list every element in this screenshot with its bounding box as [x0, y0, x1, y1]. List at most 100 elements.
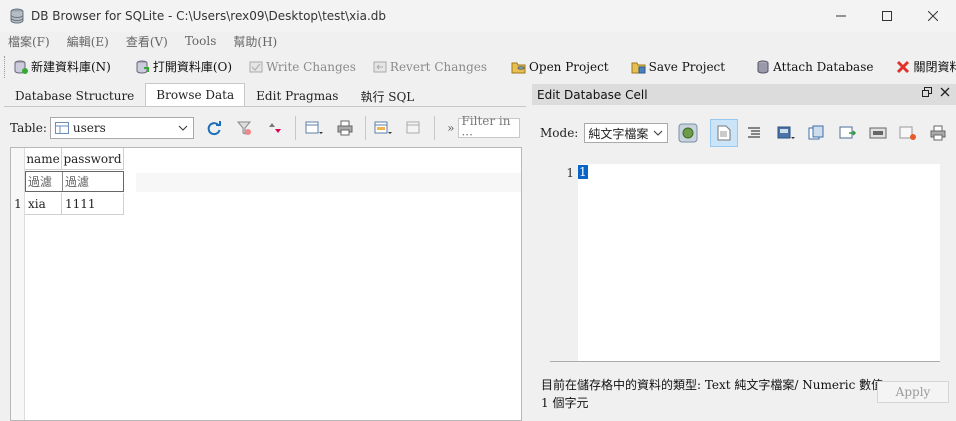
text-mode-button[interactable] — [710, 119, 739, 147]
filter-password-input[interactable]: 過濾 — [63, 172, 123, 191]
document-icon — [717, 125, 731, 141]
tab-database-structure[interactable]: Database Structure — [4, 85, 145, 106]
tab-execute-sql[interactable]: 執行 SQL — [349, 85, 425, 106]
copy-cell-button[interactable] — [864, 119, 892, 147]
cell-text-editor[interactable]: 1 1 — [550, 164, 940, 362]
set-null-icon — [839, 126, 857, 139]
delete-record-icon — [406, 121, 420, 134]
mode-select-value: 純文字檔案 — [588, 126, 649, 141]
revert-changes-button[interactable]: Revert Changes — [368, 55, 491, 79]
minimize-icon — [836, 15, 846, 17]
table-select[interactable]: users — [49, 117, 194, 139]
save-results-button[interactable] — [302, 116, 326, 140]
import-button[interactable] — [772, 119, 800, 147]
attach-database-icon — [757, 60, 769, 74]
open-project-label: Open Project — [529, 59, 609, 74]
mode-label: Mode: — [540, 126, 579, 140]
menu-bar: 檔案(F) 編輯(E) 查看(V) Tools 幫助(H) — [0, 32, 956, 50]
copy-icon — [869, 127, 887, 139]
mode-select[interactable]: 純文字檔案 — [584, 123, 669, 143]
export-to-file-button[interactable] — [802, 119, 830, 147]
new-database-button[interactable]: 新建資料庫(N) — [9, 55, 115, 79]
browse-toolbar: Table: users » Filter in ··· — [10, 114, 520, 142]
save-project-icon — [631, 62, 646, 73]
menu-tools[interactable]: Tools — [185, 34, 217, 48]
browse-panel: Database Structure Browse Data Edit Prag… — [0, 83, 530, 421]
toolbar-separator — [295, 116, 296, 140]
close-button[interactable] — [910, 0, 956, 32]
maximize-icon — [882, 11, 892, 21]
minimize-button[interactable] — [818, 0, 864, 32]
tab-browse-data[interactable]: Browse Data — [145, 83, 246, 106]
write-changes-button[interactable]: Write Changes — [244, 55, 360, 79]
main-toolbar: 新建資料庫(N) 打開資料庫(O) Write Changes Revert C… — [0, 51, 956, 82]
app-database-icon — [10, 8, 24, 24]
toolbar-separator — [364, 116, 366, 140]
attach-database-button[interactable]: Attach Database — [751, 55, 877, 79]
table-icon — [54, 122, 69, 134]
menu-file[interactable]: 檔案(F) — [8, 33, 50, 50]
sort-button[interactable] — [263, 116, 287, 140]
refresh-icon — [207, 121, 221, 136]
save-project-button[interactable]: Save Project — [627, 55, 729, 79]
cell-name[interactable]: xia — [25, 193, 62, 215]
print-button[interactable] — [333, 116, 357, 140]
menu-edit[interactable]: 編輯(E) — [67, 33, 109, 50]
clear-filter-icon — [237, 121, 252, 135]
table-row[interactable]: 1 xia 1111 — [11, 193, 124, 215]
menu-view[interactable]: 查看(V) — [126, 33, 168, 50]
close-database-icon — [897, 60, 910, 73]
filter-row-background — [136, 173, 521, 192]
clear-filters-button[interactable] — [232, 116, 256, 140]
save-table-icon — [305, 121, 323, 134]
browse-data-page: Table: users » Filter in ··· name passwo… — [4, 106, 526, 421]
auto-mode-icon — [678, 123, 698, 143]
open-database-button[interactable]: 打開資料庫(O) — [131, 55, 236, 79]
apply-button[interactable]: Apply — [877, 381, 949, 403]
table-label: Table: — [10, 121, 47, 135]
erase-icon — [899, 126, 917, 140]
close-database-button[interactable]: 關閉資料庫(C) — [891, 55, 956, 79]
filter-name-input[interactable]: 過濾 — [26, 172, 63, 191]
open-database-label: 打開資料庫(O) — [152, 60, 233, 74]
toolbar-grip[interactable] — [4, 55, 5, 78]
open-project-button[interactable]: Open Project — [507, 55, 613, 79]
save-project-label: Save Project — [648, 59, 726, 74]
refresh-button[interactable] — [202, 116, 226, 140]
column-filter-row: 過濾 過濾 — [25, 171, 124, 192]
write-changes-icon — [249, 61, 263, 72]
float-dock-icon[interactable] — [922, 87, 932, 97]
cell-type-status: 目前在儲存格中的資料的類型: Text 純文字檔案/ Numeric 數值 — [541, 378, 884, 392]
maximize-button[interactable] — [864, 0, 910, 32]
filter-more-chevron[interactable]: » — [447, 121, 454, 135]
title-bar: DB Browser for SQLite - C:\Users\rex09\D… — [0, 0, 956, 32]
new-database-icon — [14, 60, 28, 74]
word-wrap-button[interactable] — [740, 119, 768, 147]
cell-content-selected[interactable]: 1 — [578, 165, 588, 179]
insert-record-button[interactable] — [372, 116, 396, 140]
column-headers: name password — [25, 148, 124, 170]
global-filter-input[interactable]: Filter in ··· — [458, 114, 520, 142]
erase-cell-button[interactable] — [894, 119, 922, 147]
edit-cell-dock: Edit Database Cell Mode: 純文字檔案 1 1 目前在儲存… — [532, 84, 956, 421]
export-icon — [808, 125, 824, 140]
print-icon — [930, 125, 946, 141]
delete-record-button[interactable] — [402, 116, 426, 140]
close-dock-icon[interactable] — [940, 87, 950, 97]
row-number[interactable]: 1 — [11, 193, 25, 215]
edit-cell-title-bar: Edit Database Cell — [532, 84, 956, 105]
mode-toolbar: Mode: 純文字檔案 — [540, 119, 952, 147]
menu-help[interactable]: 幫助(H) — [233, 33, 277, 50]
set-as-null-button[interactable] — [834, 119, 862, 147]
cell-password[interactable]: 1111 — [62, 193, 124, 215]
table-select-value: users — [72, 121, 106, 135]
open-database-icon — [136, 60, 149, 74]
import-icon — [777, 126, 796, 139]
auto-switch-mode-button[interactable] — [674, 119, 702, 147]
tab-edit-pragmas[interactable]: Edit Pragmas — [245, 85, 349, 106]
print-cell-button[interactable] — [924, 119, 952, 147]
column-header-password[interactable]: password — [62, 148, 124, 170]
chevron-down-icon — [178, 125, 188, 131]
line-number-gutter: 1 — [550, 164, 578, 361]
column-header-name[interactable]: name — [25, 148, 62, 170]
